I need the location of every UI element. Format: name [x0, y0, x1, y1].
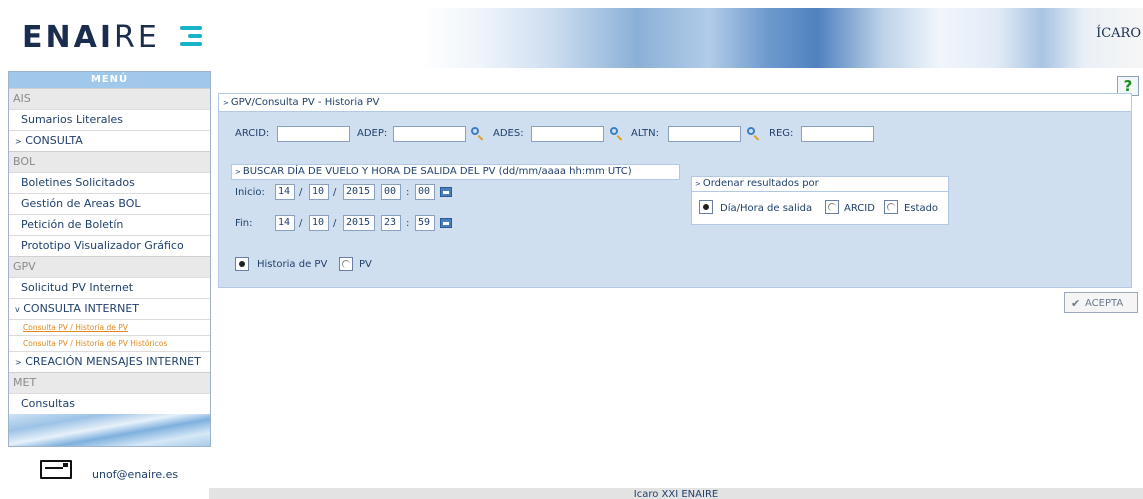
search-panel: > GPV/Consulta PV - Historia PV ARCID: AD… — [218, 93, 1132, 288]
altn-input[interactable] — [668, 126, 741, 142]
arcid-label: ARCID: — [235, 128, 270, 139]
order-option-label: Día/Hora de salida — [720, 203, 813, 214]
fin-year-input[interactable]: 2015 — [343, 215, 375, 231]
ades-label: ADES: — [493, 128, 524, 139]
sidebar-item-creacion-mensajes[interactable]: > CREACIÓN MENSAJES INTERNET — [9, 351, 210, 372]
inicio-day-input[interactable]: 14 — [275, 184, 295, 200]
mode-option-label: PV — [359, 259, 372, 270]
order-option-label: ARCID — [844, 203, 875, 214]
chevron-right-icon: > — [15, 137, 22, 146]
adep-label: ADEP: — [357, 128, 388, 139]
enaire-logo: ENAIRE — [22, 20, 160, 55]
order-options: Día/Hora de salida ARCID Estado — [691, 191, 949, 225]
fin-month-input[interactable]: 10 — [309, 215, 329, 231]
date-range-header: > BUSCAR DÍA DE VUELO Y HORA DE SALIDA DE… — [231, 164, 680, 180]
adep-input[interactable] — [393, 126, 466, 142]
inicio-month-input[interactable]: 10 — [309, 184, 329, 200]
sidebar-item-consultas[interactable]: Consultas — [9, 393, 210, 414]
reg-label: REG: — [769, 128, 794, 139]
sidebar-item-boletines-solicitados[interactable]: Boletines Solicitados — [9, 172, 210, 193]
order-option-label: Estado — [904, 203, 939, 214]
order-radio-estado[interactable] — [884, 200, 898, 214]
section-bol: BOL — [9, 151, 210, 172]
mode-radio-historia[interactable] — [235, 257, 249, 271]
mail-icon — [40, 460, 72, 479]
arcid-input[interactable] — [277, 126, 350, 142]
sidebar-menu: MENÚ AIS Sumarios Literales > CONSULTA B… — [8, 71, 211, 447]
date-separator: / — [299, 187, 303, 198]
adep-search-icon[interactable] — [471, 127, 483, 139]
chevron-right-icon: > — [15, 358, 22, 367]
icaro-brand: ÍCARO — [1096, 26, 1141, 41]
mode-option-label: Historia de PV — [257, 259, 328, 270]
order-radio-dia-hora[interactable] — [699, 200, 713, 214]
ades-search-icon[interactable] — [610, 127, 622, 139]
sidebar-decoration-image — [9, 414, 210, 446]
date-separator: / — [333, 218, 337, 229]
sidebar-item-consulta[interactable]: > CONSULTA — [9, 130, 210, 151]
contact-email-link[interactable]: unof@enaire.es — [92, 468, 178, 481]
fin-minute-input[interactable]: 59 — [415, 215, 435, 231]
section-met: MET — [9, 372, 210, 393]
inicio-hour-input[interactable]: 00 — [381, 184, 401, 200]
section-ais: AIS — [9, 88, 210, 109]
sidebar-item-consulta-internet[interactable]: v CONSULTA INTERNET — [9, 298, 210, 319]
sidebar-item-solicitud-pv[interactable]: Solicitud PV Internet — [9, 277, 210, 298]
breadcrumb: > GPV/Consulta PV - Historia PV — [219, 94, 1131, 112]
order-header: > Ordenar resultados por — [691, 176, 949, 192]
check-icon: ✔ — [1071, 297, 1081, 310]
accept-button[interactable]: ✔ ACEPTA — [1064, 292, 1138, 313]
chevron-down-icon: v — [15, 305, 20, 314]
sidebar-item-sumarios-literales[interactable]: Sumarios Literales — [9, 109, 210, 130]
footer: Icaro XXI ENAIRE — [209, 488, 1143, 499]
inicio-calendar-icon[interactable] — [440, 187, 452, 197]
section-gpv: GPV — [9, 256, 210, 277]
sidebar-link-consulta-historia[interactable]: Consulta PV / Historia de PV — [9, 319, 210, 335]
time-separator: : — [406, 187, 410, 198]
inicio-label: Inicio: — [235, 187, 265, 198]
logo-bars-icon — [180, 26, 206, 48]
order-radio-arcid[interactable] — [825, 200, 839, 214]
sidebar-item-peticion-boletin[interactable]: Petición de Boletín — [9, 214, 210, 235]
mode-radio-pv[interactable] — [339, 257, 353, 271]
reg-input[interactable] — [801, 126, 874, 142]
time-separator: : — [406, 218, 410, 229]
altn-search-icon[interactable] — [747, 127, 759, 139]
sidebar-link-consulta-historicos[interactable]: Consulta PV / Historia de PV Históricos — [9, 335, 210, 351]
altn-label: ALTN: — [631, 128, 659, 139]
inicio-minute-input[interactable]: 00 — [415, 184, 435, 200]
sidebar-item-prototipo-visualizador[interactable]: Prototipo Visualizador Gráfico — [9, 235, 210, 256]
date-separator: / — [299, 218, 303, 229]
menu-title: MENÚ — [9, 72, 210, 88]
inicio-year-input[interactable]: 2015 — [343, 184, 375, 200]
fin-day-input[interactable]: 14 — [275, 215, 295, 231]
date-separator: / — [333, 187, 337, 198]
fin-calendar-icon[interactable] — [440, 218, 452, 228]
fin-label: Fin: — [235, 218, 253, 229]
ades-input[interactable] — [531, 126, 604, 142]
header-banner-image — [420, 8, 1143, 68]
fin-hour-input[interactable]: 23 — [381, 215, 401, 231]
sidebar-item-gestion-areas-bol[interactable]: Gestión de Areas BOL — [9, 193, 210, 214]
